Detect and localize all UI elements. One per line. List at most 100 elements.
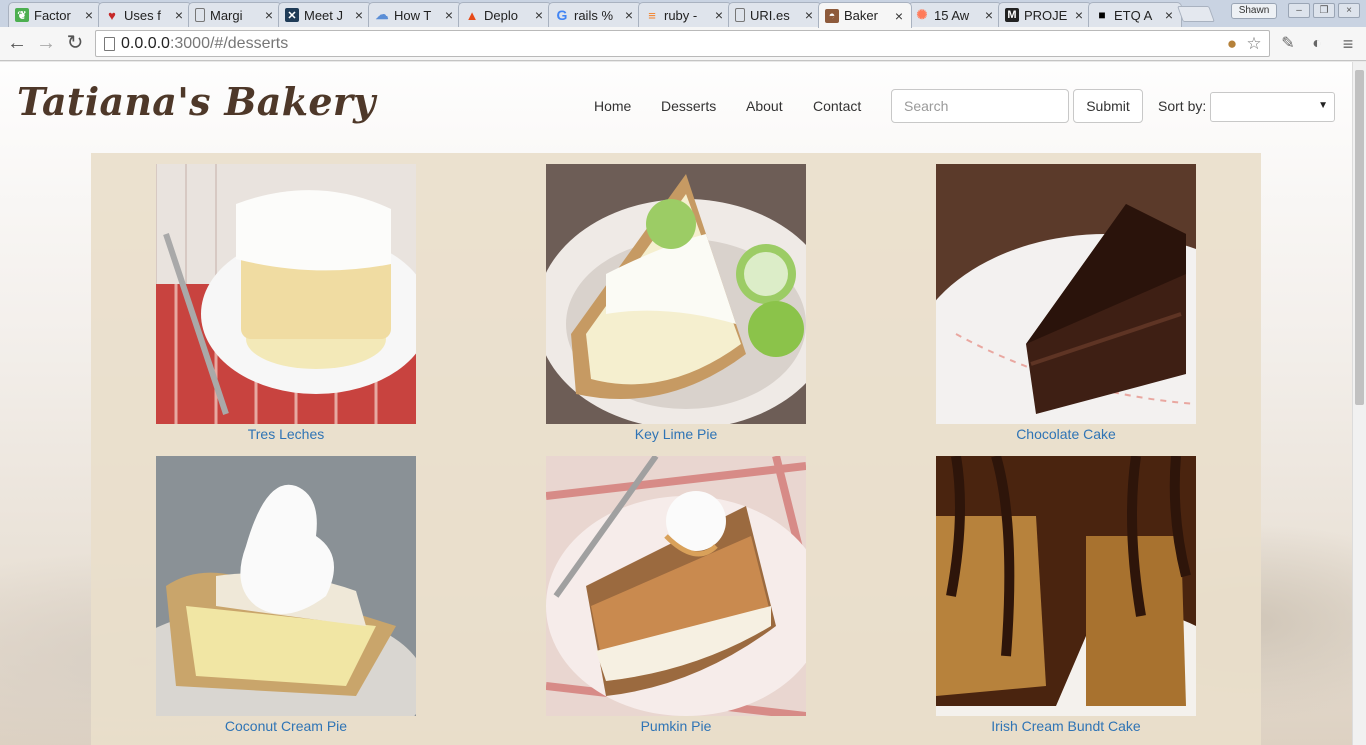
leaf-icon: ❦ <box>15 8 29 22</box>
eyedropper-extension-icon[interactable]: ✎ <box>1277 33 1299 55</box>
close-icon[interactable]: × <box>263 7 275 23</box>
address-bar[interactable]: 0.0.0.0:3000/#/desserts ● ☆ <box>95 30 1270 57</box>
star-icon[interactable]: ☆ <box>1244 34 1264 54</box>
close-icon[interactable]: × <box>983 7 995 23</box>
nav-home[interactable]: Home <box>594 98 631 114</box>
dessert-gallery: Tres Leches Key Lime Pie Chocolate Cake … <box>91 153 1261 745</box>
cake-icon: ◓ <box>825 8 839 23</box>
close-icon[interactable]: × <box>1163 7 1175 23</box>
close-icon[interactable]: × <box>713 7 725 23</box>
dessert-link[interactable]: Irish Cream Bundt Cake <box>936 718 1196 734</box>
forward-icon[interactable]: → <box>34 32 58 56</box>
chocolate-cake-image[interactable] <box>936 164 1196 424</box>
minimize-icon[interactable]: – <box>1288 3 1310 18</box>
nav-desserts[interactable]: Desserts <box>661 98 716 114</box>
dessert-card: Tres Leches <box>156 164 416 442</box>
new-tab-button[interactable] <box>1177 6 1215 22</box>
dessert-link[interactable]: Coconut Cream Pie <box>156 718 416 734</box>
close-icon[interactable]: × <box>623 7 635 23</box>
search-input[interactable] <box>891 89 1069 123</box>
close-icon[interactable]: × <box>83 7 95 23</box>
dessert-card: Key Lime Pie <box>546 164 806 442</box>
url-text[interactable]: 0.0.0.0:3000/#/desserts <box>121 35 288 53</box>
extension-icon[interactable]: ◐ <box>1306 33 1328 55</box>
page-icon <box>735 8 745 22</box>
cloud-icon: ☁ <box>375 7 389 22</box>
bundt-cake-image[interactable] <box>936 456 1196 716</box>
nav-about[interactable]: About <box>746 98 783 114</box>
close-icon[interactable]: × <box>173 7 185 23</box>
browser-toolbar: ← → ↻ 0.0.0.0:3000/#/desserts ● ☆ ✎ ◐ ≡ <box>0 27 1366 61</box>
chevron-down-icon: ▼ <box>1318 100 1328 111</box>
dessert-link[interactable]: Key Lime Pie <box>546 426 806 442</box>
dessert-link[interactable]: Pumkin Pie <box>546 718 806 734</box>
tab-title: Margi <box>210 7 243 23</box>
browser-tab[interactable]: Margi × <box>188 2 282 27</box>
page-icon <box>104 37 115 51</box>
sort-select[interactable]: ▼ <box>1210 92 1335 122</box>
page-scrollbar[interactable] <box>1352 62 1366 745</box>
reload-icon[interactable]: ↻ <box>63 32 87 56</box>
back-icon[interactable]: ← <box>5 32 29 56</box>
menu-icon[interactable]: ≡ <box>1337 33 1359 55</box>
dessert-card: Coconut Cream Pie <box>156 456 416 734</box>
window-close-icon[interactable]: × <box>1338 3 1360 18</box>
heart-icon: ♥ <box>108 7 116 23</box>
close-icon[interactable]: × <box>893 8 905 24</box>
tres-leches-image[interactable] <box>156 164 416 424</box>
pumpkin-pie-image[interactable] <box>546 456 806 716</box>
browser-tab[interactable]: ■ ETQ A × <box>1088 2 1182 27</box>
tab-title: Meet J <box>304 7 344 23</box>
browser-tab[interactable]: G rails % × <box>548 2 642 27</box>
browser-tab[interactable]: URI.es × <box>728 2 822 27</box>
browser-tab[interactable]: ✺ 15 Aw × <box>908 2 1002 27</box>
tab-title: Factor <box>34 7 71 23</box>
dessert-link[interactable]: Tres Leches <box>156 426 416 442</box>
page-viewport: Tatiana's Bakery Home Desserts About Con… <box>0 62 1352 745</box>
browser-tab[interactable]: ♥ Uses f × <box>98 2 192 27</box>
dessert-link[interactable]: Chocolate Cake <box>936 426 1196 442</box>
url-host: 0.0.0.0 <box>121 35 170 52</box>
close-icon[interactable]: × <box>443 7 455 23</box>
tab-title: URI.es <box>750 7 790 23</box>
tab-title: Uses f <box>124 7 161 23</box>
url-path: :3000/#/desserts <box>169 35 289 52</box>
browser-tabstrip: ❦ Factor × ♥ Uses f × Margi × ✕ Meet J ×… <box>0 0 1366 28</box>
tab-title: 15 Aw <box>934 7 970 23</box>
stack-icon: ≡ <box>648 7 656 23</box>
submit-button[interactable]: Submit <box>1073 89 1143 123</box>
tab-title: Baker <box>844 8 878 23</box>
browser-tab[interactable]: ≡ ruby - × <box>638 2 732 27</box>
maximize-icon[interactable]: ❐ <box>1313 3 1335 18</box>
close-icon[interactable]: × <box>533 7 545 23</box>
square-icon: ■ <box>1098 8 1106 22</box>
m-logo-icon: M <box>1005 8 1019 22</box>
browser-tab[interactable]: ✕ Meet J × <box>278 2 372 27</box>
browser-tab[interactable]: M PROJE × <box>998 2 1092 27</box>
browser-tab[interactable]: ❦ Factor × <box>8 2 102 27</box>
tab-title: Deplo <box>484 7 518 23</box>
browser-tab[interactable]: ▲ Deplo × <box>458 2 552 27</box>
site-brand[interactable]: Tatiana's Bakery <box>17 79 376 124</box>
close-icon[interactable]: × <box>1073 7 1085 23</box>
cookie-blocked-icon[interactable]: ● <box>1222 34 1242 54</box>
page-icon <box>195 8 205 22</box>
profile-badge[interactable]: Shawn <box>1231 3 1277 19</box>
browser-tab-active[interactable]: ◓ Baker × <box>818 2 912 28</box>
triangle-icon: ▲ <box>465 7 479 23</box>
sort-label: Sort by: <box>1158 98 1207 114</box>
browser-tab[interactable]: ☁ How T × <box>368 2 462 27</box>
close-icon[interactable]: × <box>353 7 365 23</box>
dessert-card: Pumkin Pie <box>546 456 806 734</box>
key-lime-pie-image[interactable] <box>546 164 806 424</box>
x-logo-icon: ✕ <box>285 8 299 22</box>
close-icon[interactable]: × <box>803 7 815 23</box>
scrollbar-thumb[interactable] <box>1355 70 1364 405</box>
nav-contact[interactable]: Contact <box>813 98 861 114</box>
tab-title: PROJE <box>1024 7 1068 23</box>
tab-title: How T <box>394 7 432 23</box>
coconut-cream-pie-image[interactable] <box>156 456 416 716</box>
google-icon: G <box>556 7 568 23</box>
dessert-card: Chocolate Cake <box>936 164 1196 442</box>
tab-title: ETQ A <box>1114 7 1153 23</box>
